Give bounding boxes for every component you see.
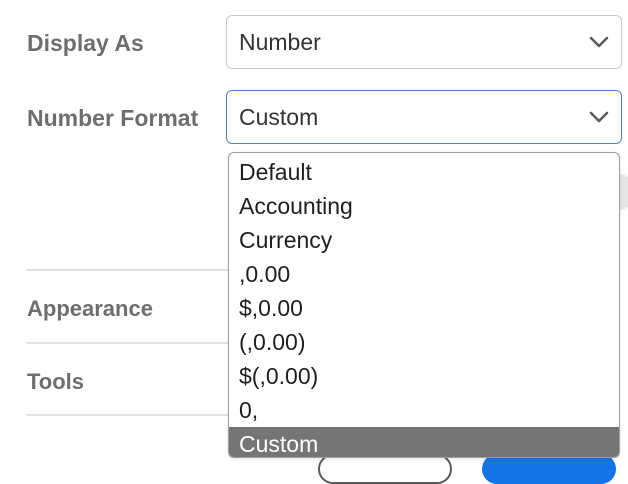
number-format-dropdown[interactable]: Default Accounting Currency ,0.00 $,0.00… (228, 152, 620, 458)
option-currency[interactable]: Currency (229, 223, 619, 257)
divider (26, 414, 236, 416)
number-format-value: Custom (239, 104, 319, 130)
section-tools[interactable]: Tools (27, 369, 84, 395)
option-dollar-comma-decimal[interactable]: $,0.00 (229, 291, 619, 325)
option-custom[interactable]: Custom (229, 427, 619, 457)
section-appearance[interactable]: Appearance (27, 296, 153, 322)
option-comma-decimal[interactable]: ,0.00 (229, 257, 619, 291)
chevron-down-icon (589, 36, 609, 48)
option-zero-comma[interactable]: 0, (229, 393, 619, 427)
number-format-select[interactable]: Custom (226, 90, 622, 144)
number-format-label: Number Format (27, 105, 199, 131)
divider (26, 269, 236, 271)
divider (26, 342, 236, 344)
display-as-label: Display As (27, 30, 144, 56)
option-accounting[interactable]: Accounting (229, 189, 619, 223)
display-as-value: Number (239, 29, 321, 55)
secondary-button[interactable] (318, 454, 452, 484)
primary-button[interactable] (482, 454, 616, 484)
option-parenthesized-decimal[interactable]: (,0.00) (229, 325, 619, 359)
option-default[interactable]: Default (229, 155, 619, 189)
option-dollar-parenthesized-decimal[interactable]: $(,0.00) (229, 359, 619, 393)
chevron-down-icon (589, 111, 609, 123)
display-as-select[interactable]: Number (226, 15, 622, 69)
